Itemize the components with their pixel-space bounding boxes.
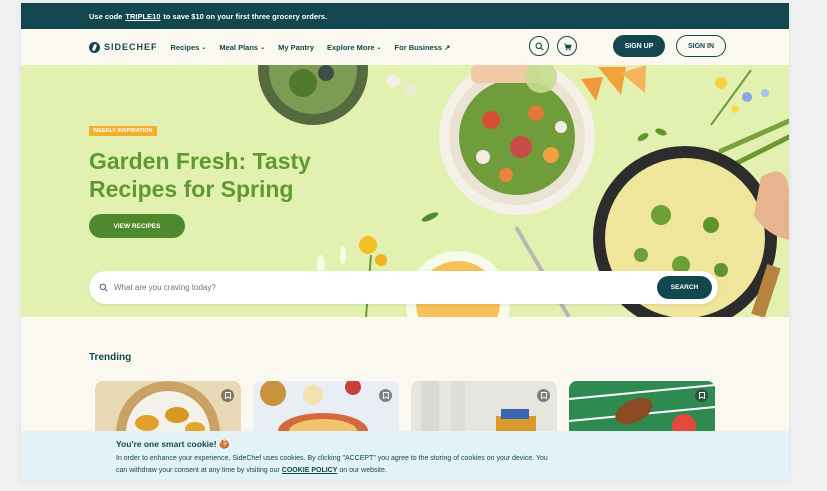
recipe-search-bar: SEARCH: [89, 271, 718, 304]
bookmark-icon[interactable]: [221, 389, 234, 402]
browser-viewport: Use code TRIPLE10 to save $10 on your fi…: [21, 3, 789, 481]
promo-suffix: to save $10 on your first three grocery …: [163, 11, 328, 21]
main-nav: SIDECHEF Recipes ⌄ Meal Plans ⌄ My Pantr…: [21, 29, 789, 65]
cookie-text-line-1: In order to enhance your experience, Sid…: [116, 455, 548, 462]
promo-prefix: Use code: [89, 11, 123, 21]
nav-item-my-pantry[interactable]: My Pantry: [278, 43, 314, 52]
nav-item-label: Explore More: [327, 42, 375, 52]
bookmark-icon[interactable]: [695, 389, 708, 402]
nav-item-meal-plans[interactable]: Meal Plans ⌄: [219, 43, 265, 52]
nav-item-recipes[interactable]: Recipes ⌄: [171, 43, 207, 52]
weekly-inspiration-badge: WEEKLY INSPIRATION: [89, 126, 157, 136]
nav-item-label: My Pantry: [278, 42, 314, 52]
view-recipes-button[interactable]: VIEW RECIPES: [89, 214, 185, 238]
cookie-text-line-2: can withdraw your consent at any time by…: [116, 467, 280, 474]
nav-item-label: Recipes: [170, 42, 200, 52]
promo-banner: Use code TRIPLE10 to save $10 on your fi…: [21, 3, 789, 29]
chevron-down-icon: ⌄: [376, 44, 382, 51]
promo-code[interactable]: TRIPLE10: [125, 12, 160, 21]
nav-menu: Recipes ⌄ Meal Plans ⌄ My Pantry Explore…: [171, 43, 451, 52]
sign-up-button[interactable]: SIGN UP: [613, 35, 665, 57]
search-icon[interactable]: [529, 36, 549, 56]
cookie-title: You're one smart cookie! 🍪: [116, 439, 230, 449]
nav-item-for-business[interactable]: For Business ↗: [395, 43, 451, 52]
search-input[interactable]: [114, 283, 614, 292]
cart-icon[interactable]: [557, 36, 577, 56]
search-button[interactable]: SEARCH: [657, 276, 712, 299]
trending-heading: Trending: [89, 352, 132, 363]
logo-text: SIDECHEF: [104, 42, 158, 52]
nav-item-explore-more[interactable]: Explore More ⌄: [327, 43, 382, 52]
hero-banner: WEEKLY INSPIRATION Garden Fresh: Tasty R…: [21, 65, 789, 317]
bookmark-icon[interactable]: [379, 389, 392, 402]
hero-title: Garden Fresh: Tasty Recipes for Spring: [89, 148, 311, 202]
cookie-text-line-2-end: on our website.: [339, 467, 387, 474]
nav-item-label: For Business ↗: [394, 42, 451, 52]
logo-mark-icon: [89, 41, 100, 53]
sidechef-logo[interactable]: SIDECHEF: [89, 41, 158, 53]
chevron-down-icon: ⌄: [201, 44, 207, 51]
cookie-banner: You're one smart cookie! 🍪 In order to e…: [21, 431, 789, 481]
nav-actions: SIGN UP SIGN IN: [529, 35, 726, 57]
nav-item-label: Meal Plans: [219, 42, 259, 52]
search-icon: [99, 279, 108, 297]
bookmark-icon[interactable]: [537, 389, 550, 402]
cookie-text: In order to enhance your experience, Sid…: [116, 453, 789, 477]
chevron-down-icon: ⌄: [260, 44, 266, 51]
sign-in-button[interactable]: SIGN IN: [676, 35, 726, 57]
cookie-policy-link[interactable]: COOKIE POLICY: [282, 467, 338, 474]
